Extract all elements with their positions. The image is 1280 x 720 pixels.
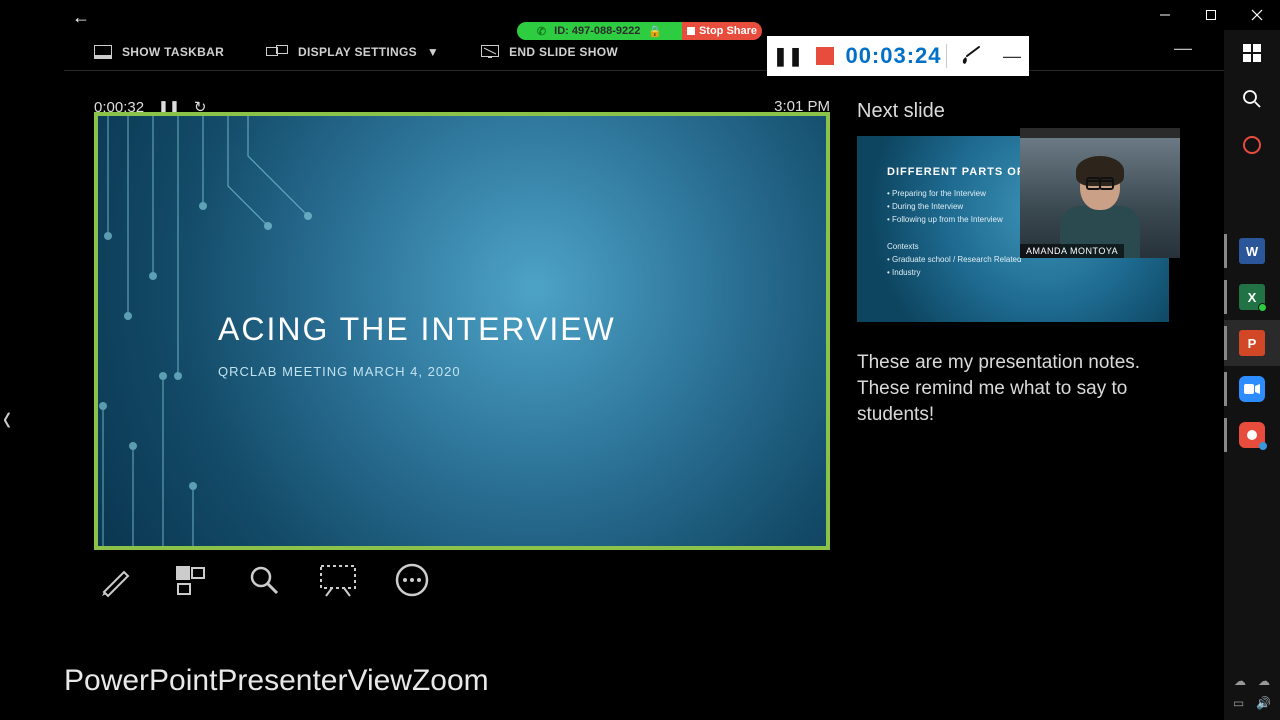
list-item: Graduate school / Research Related xyxy=(887,254,1021,267)
recording-timer-card: ❚❚ 00:03:24 — xyxy=(767,36,1029,76)
cortana-icon xyxy=(1242,135,1262,155)
list-item: Preparing for the Interview xyxy=(887,188,1003,201)
switch-monitors-icon xyxy=(266,45,288,59)
zoom-meeting-id[interactable]: ✆ ID: 497-088-9222 🔒 xyxy=(517,22,682,40)
slide-title: ACING THE INTERVIEW xyxy=(218,311,616,348)
slide-tools xyxy=(94,558,434,602)
display-settings-label: DISPLAY SETTINGS xyxy=(298,45,417,59)
brush-button[interactable] xyxy=(947,45,995,67)
end-slideshow-button[interactable]: END SLIDE SHOW xyxy=(481,45,618,59)
taskbar-app-excel[interactable]: X xyxy=(1224,274,1280,320)
stop-share-button[interactable]: Stop Share xyxy=(682,22,762,40)
powerpoint-icon: P xyxy=(1239,330,1265,356)
search-button[interactable] xyxy=(1224,76,1280,122)
floating-minimize-icon[interactable]: — xyxy=(1174,38,1192,59)
search-icon xyxy=(1242,89,1262,109)
window-maximize-button[interactable] xyxy=(1188,0,1234,30)
window-minimize-button[interactable] xyxy=(1142,0,1188,30)
black-screen-tool[interactable] xyxy=(316,558,360,602)
end-slideshow-icon xyxy=(481,45,499,59)
taskbar-app-powerpoint[interactable]: P xyxy=(1224,320,1280,366)
webcam-overlay[interactable]: AMANDA MONTOYA xyxy=(1020,128,1180,258)
card-minimize-button[interactable]: — xyxy=(995,46,1029,67)
pen-tool[interactable] xyxy=(94,558,138,602)
next-slide-bullets: Preparing for the Interview During the I… xyxy=(887,188,1003,226)
windows-taskbar: W X P ☁ ☁ ▭ 🔊 xyxy=(1224,30,1280,720)
zoom-share-bar: ✆ ID: 497-088-9222 🔒 Stop Share xyxy=(517,22,762,40)
tray-cloud-icon[interactable]: ☁ xyxy=(1234,674,1246,688)
zoom-meeting-id-label: ID: 497-088-9222 xyxy=(554,25,640,37)
slide-subtitle: QRCLAB MEETING MARCH 4, 2020 xyxy=(218,364,461,379)
current-slide: ACING THE INTERVIEW QRCLAB MEETING MARCH… xyxy=(94,112,830,550)
dropdown-caret-icon: ▼ xyxy=(427,45,439,59)
stop-icon xyxy=(687,27,695,35)
next-slide-label: Next slide xyxy=(857,100,945,123)
phone-icon: ✆ xyxy=(537,25,546,38)
zoom-icon xyxy=(1239,376,1265,402)
more-options-tool[interactable] xyxy=(390,558,434,602)
video-caption: PowerPointPresenterViewZoom xyxy=(64,664,489,698)
start-button[interactable] xyxy=(1224,30,1280,76)
pause-button[interactable]: ❚❚ xyxy=(767,46,809,67)
tray-volume-icon[interactable]: 🔊 xyxy=(1256,696,1271,710)
zoom-tool[interactable] xyxy=(242,558,286,602)
presenter-notes: These are my presentation notes. These r… xyxy=(857,350,1167,429)
record-indicator[interactable] xyxy=(809,47,841,65)
stop-share-label: Stop Share xyxy=(699,25,757,37)
previous-slide-button[interactable]: ‹ xyxy=(3,397,11,442)
taskbar-app-word[interactable]: W xyxy=(1224,228,1280,274)
end-slideshow-label: END SLIDE SHOW xyxy=(509,45,618,59)
webcam-titlebar xyxy=(1020,128,1180,138)
tray-sync-icon[interactable]: ☁ xyxy=(1258,674,1270,688)
lock-icon: 🔒 xyxy=(648,25,662,38)
taskbar-app-zoom[interactable] xyxy=(1224,366,1280,412)
word-icon: W xyxy=(1239,238,1265,264)
windows-icon xyxy=(1243,44,1261,62)
timer-display: 00:03:24 xyxy=(841,43,946,69)
tray-battery-icon[interactable]: ▭ xyxy=(1233,696,1244,710)
system-tray: ☁ ☁ ▭ 🔊 xyxy=(1233,674,1271,720)
list-item: Following up from the Interview xyxy=(887,214,1003,227)
back-icon[interactable]: ← xyxy=(72,7,90,28)
window-close-button[interactable] xyxy=(1234,0,1280,30)
taskbar-icon xyxy=(94,45,112,59)
list-item: Industry xyxy=(887,267,1021,280)
taskbar-app-recorder[interactable] xyxy=(1224,412,1280,458)
next-slide-contexts-label: Contexts xyxy=(887,242,919,251)
excel-icon: X xyxy=(1239,284,1265,310)
show-taskbar-button[interactable]: SHOW TASKBAR xyxy=(94,45,224,59)
recorder-icon xyxy=(1239,422,1265,448)
show-taskbar-label: SHOW TASKBAR xyxy=(122,45,224,59)
webcam-name-label: AMANDA MONTOYA xyxy=(1020,244,1124,258)
list-item: During the Interview xyxy=(887,201,1003,214)
display-settings-button[interactable]: DISPLAY SETTINGS ▼ xyxy=(266,45,439,59)
see-all-slides-tool[interactable] xyxy=(168,558,212,602)
next-slide-contexts: Graduate school / Research Related Indus… xyxy=(887,254,1021,280)
cortana-button[interactable] xyxy=(1224,122,1280,168)
webcam-video xyxy=(1020,138,1180,258)
